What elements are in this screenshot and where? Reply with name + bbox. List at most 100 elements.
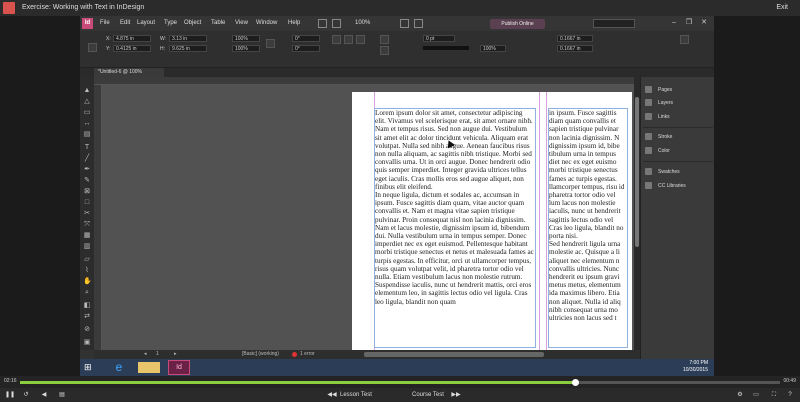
panel-links[interactable]: Links [645,112,670,122]
minimize-icon[interactable]: – [668,17,680,29]
flip-horizontal-icon[interactable] [344,35,353,44]
select-container-icon[interactable] [356,35,365,44]
reference-point-icon[interactable] [88,43,97,52]
lesson-test-button[interactable]: Lesson Test [340,388,372,402]
y-field[interactable]: 0.4125 in [113,45,151,52]
panel-cc-libraries[interactable]: CC Libraries [645,181,686,191]
screen-mode-tool-icon[interactable]: ▣ [83,339,91,347]
volume-icon[interactable]: ◀ [38,388,50,402]
menu-layout[interactable]: Layout [137,16,155,31]
panel-menu-icon[interactable] [680,35,689,44]
course-test-button[interactable]: Course Test [412,388,444,402]
type-tool-icon[interactable]: T [83,144,91,152]
constrain-proportions-icon[interactable] [266,39,275,48]
help-icon[interactable]: ? [784,388,796,402]
x-field[interactable]: 4.875 in [113,35,151,42]
gradient-tool-icon[interactable]: ▦ [83,232,91,240]
close-icon[interactable]: ✕ [698,17,710,29]
preflight-profile[interactable]: [Basic] (working) [242,350,279,359]
page-number[interactable]: 1 [156,350,159,359]
notes-icon[interactable]: ▤ [56,388,68,402]
pause-icon[interactable]: ❚❚ [4,388,16,402]
seek-handle[interactable] [571,379,579,386]
restore-icon[interactable]: ❐ [683,17,695,29]
internet-explorer-icon[interactable]: e [108,360,130,375]
stroke-type-selector[interactable] [423,46,469,50]
replay-icon[interactable]: ↺ [20,388,32,402]
file-explorer-icon[interactable] [138,362,160,373]
publish-online-button[interactable]: Publish Online [490,19,545,29]
zoom-tool-icon[interactable]: ⌕ [83,289,91,297]
menu-file[interactable]: File [100,16,110,31]
panel-layers[interactable]: Layers [645,98,673,108]
menu-view[interactable]: View [235,16,248,31]
pen-tool-icon[interactable]: ✒ [83,166,91,174]
menu-type[interactable]: Type [164,16,177,31]
minibridge-icon[interactable] [332,19,341,28]
free-transform-tool-icon[interactable]: ⤧ [83,221,91,229]
horizontal-ruler[interactable] [94,77,634,85]
search-input[interactable] [593,19,635,28]
apply-none-icon[interactable]: ⊘ [83,326,91,334]
captions-icon[interactable]: ▭ [750,388,762,402]
menu-table[interactable]: Table [211,16,225,31]
document-tab[interactable]: *Untitled-6 @ 100% [94,68,164,77]
height-field[interactable]: 9.625 in [169,45,207,52]
menu-window[interactable]: Window [256,16,277,31]
page-tool-icon[interactable]: ▭ [83,109,91,117]
rectangle-frame-tool-icon[interactable]: ⊠ [83,188,91,196]
vertical-ruler[interactable] [94,85,102,350]
direct-selection-tool-icon[interactable]: △ [83,98,91,106]
gradient-feather-tool-icon[interactable]: ▥ [83,243,91,251]
content-collector-icon[interactable]: ▤ [83,131,91,139]
vertical-scrollbar-thumb[interactable] [635,97,639,247]
system-clock[interactable]: 7:00 PM 10/30/2015 [683,360,708,374]
scale-x-field[interactable]: 100% [232,35,260,42]
rectangle-tool-icon[interactable]: □ [83,199,91,207]
menu-edit[interactable]: Edit [120,16,130,31]
panel-swatches[interactable]: Swatches [645,167,680,177]
fill-swatch-icon[interactable] [380,35,389,44]
windows-start-icon[interactable]: ⊞ [84,361,96,374]
indesign-taskbar-icon[interactable]: Id [168,360,190,375]
selection-tool-icon[interactable]: ▲ [83,87,91,95]
panel-color[interactable]: Color [645,146,670,156]
rotate-icon[interactable] [332,35,341,44]
eyedropper-tool-icon[interactable]: ⌇ [83,267,91,275]
exit-button[interactable]: Exit [776,0,788,16]
width-field[interactable]: 3.13 in [169,35,207,42]
hand-tool-icon[interactable]: ✋ [83,278,92,286]
fill-stroke-icon[interactable]: ◧ [83,302,91,310]
bridge-icon[interactable] [318,19,327,28]
prev-page-icon[interactable]: ◂ [144,350,147,359]
scissors-tool-icon[interactable]: ✂ [83,210,91,218]
next-icon[interactable]: ▶▶ [450,388,462,402]
scale-y-field[interactable]: 100% [232,45,260,52]
text-frame-column-2[interactable]: in ipsum. Fusce sagittis diam quam conva… [548,108,628,348]
swap-fill-stroke-icon[interactable]: ⇄ [83,313,91,321]
gap-tool-icon[interactable]: ↔ [83,120,91,128]
view-options-icon[interactable] [400,19,409,28]
panel-stroke[interactable]: Stroke [645,132,672,142]
line-tool-icon[interactable]: ╱ [83,155,91,163]
frame-inset-field[interactable]: 0.1667 in [557,45,593,52]
column-gutter-field[interactable]: 0.1667 in [557,35,593,42]
panel-pages[interactable]: Pages [645,85,672,95]
opacity-field[interactable]: 100% [480,45,506,52]
settings-icon[interactable]: ⚙ [734,388,746,402]
preflight-errors[interactable]: 1 error [300,350,315,359]
zoom-level[interactable]: 100% [355,16,370,31]
note-tool-icon[interactable]: ▱ [83,256,91,264]
shear-angle-field[interactable]: 0° [292,45,320,52]
fullscreen-icon[interactable]: ⛶ [768,388,780,402]
next-page-icon[interactable]: ▸ [174,350,177,359]
rotation-angle-field[interactable]: 0° [292,35,320,42]
menu-help[interactable]: Help [288,16,300,31]
previous-icon[interactable]: ◀◀ [326,388,338,402]
pencil-tool-icon[interactable]: ✎ [83,177,91,185]
screen-mode-icon[interactable] [414,19,423,28]
stroke-weight-field[interactable]: 0 pt [423,35,455,42]
menu-object[interactable]: Object [184,16,201,31]
horizontal-scrollbar[interactable] [364,352,544,357]
stroke-swatch-icon[interactable] [380,46,389,55]
